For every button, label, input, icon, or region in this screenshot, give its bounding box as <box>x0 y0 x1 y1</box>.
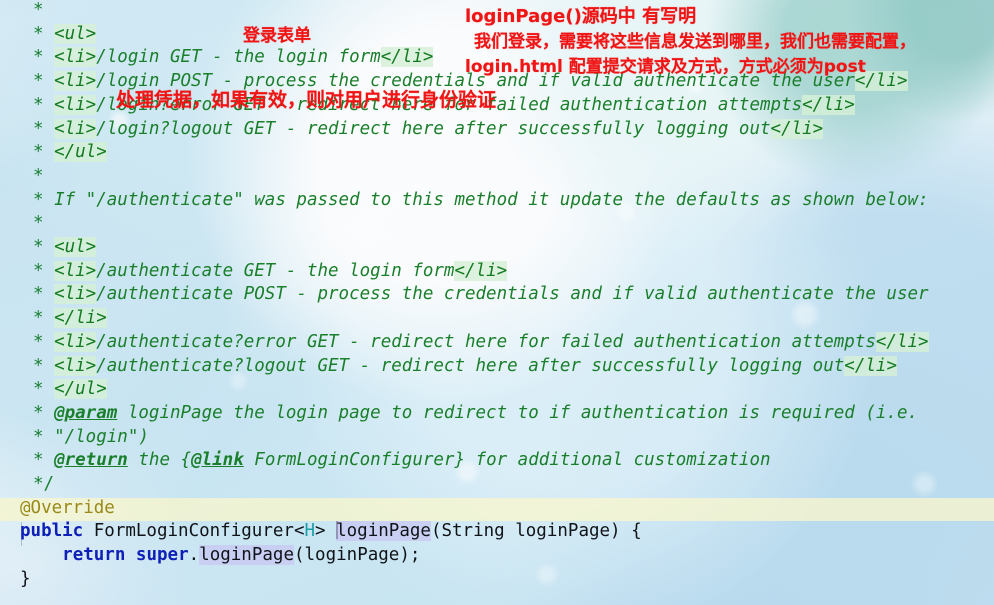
code-token: loginPage <box>336 521 431 542</box>
code-token: </li> <box>454 260 508 281</box>
code-token: loginPage the login page to redirect to … <box>117 402 919 423</box>
code-token: </li> <box>844 355 897 376</box>
code-token: H <box>304 521 316 542</box>
code-token: <li> <box>54 71 97 92</box>
code-token: * <box>33 402 55 423</box>
code-token: * <box>33 284 55 305</box>
code-line[interactable]: * @return the {@link FormLoginConfigurer… <box>0 449 994 473</box>
code-token: If "/authenticate" was passed to this me… <box>54 189 929 210</box>
code-token: * <box>33 260 55 281</box>
code-token: <li> <box>54 260 97 281</box>
ann-where-to-send: 我们登录，需要将这些信息发送到哪里，我们也需要配置， <box>474 32 916 52</box>
code-token: @param <box>54 402 118 423</box>
ann-loginpage-src: loginPage()源码中 有写明 <box>465 6 697 27</box>
code-token: * <box>33 379 55 400</box>
code-token: */ <box>33 474 55 494</box>
code-token: </li> <box>802 94 855 115</box>
code-token: <li> <box>54 47 97 68</box>
code-token: /authenticate?error GET - redirect here … <box>96 331 876 352</box>
code-line[interactable]: @Override <box>0 497 994 521</box>
code-token: @Override <box>20 497 115 518</box>
code-token: <li> <box>54 118 97 139</box>
editor-window: * * <ul> * <li>/login GET - the login form… <box>0 0 994 605</box>
code-token: </ul> <box>54 379 107 400</box>
code-line[interactable]: * <li>/authenticate GET - the login form… <box>0 260 994 284</box>
code-token: /authenticate GET - the login form <box>96 260 455 281</box>
ann-process-creds: 处理凭据，如果有效，则对用户进行身份验证 <box>116 89 497 111</box>
code-token: * <box>33 308 55 329</box>
code-token: < <box>293 521 305 542</box>
code-token: </li> <box>380 47 434 68</box>
code-token: (loginPage); <box>293 545 421 566</box>
code-token: * <box>33 71 55 92</box>
code-line[interactable]: * "/login") <box>0 426 994 450</box>
code-token: /login?logout GET - redirect here after … <box>96 118 771 139</box>
code-token: <ul> <box>54 237 97 257</box>
code-token: * <box>33 94 55 115</box>
code-token: @link <box>191 450 244 471</box>
code-token: /authenticate POST - process the credent… <box>96 284 929 305</box>
code-token: * <box>33 189 55 210</box>
code-token: public <box>20 521 84 542</box>
code-token: FormLoginConfigurer <box>83 521 294 542</box>
code-token: * <box>33 0 44 20</box>
code-line[interactable]: * </ul> <box>0 378 994 402</box>
code-token: </ul> <box>54 142 107 163</box>
code-line[interactable]: * <ul> <box>0 236 994 260</box>
code-token: * <box>33 47 55 68</box>
code-token: } <box>20 568 31 589</box>
code-token: the { <box>127 450 192 471</box>
code-token: super <box>135 545 189 566</box>
code-line[interactable]: * </li> <box>0 307 994 331</box>
code-line[interactable]: public FormLoginConfigurer<H> loginPage(… <box>0 520 994 544</box>
code-token: * <box>33 426 55 447</box>
code-token: </li> <box>875 331 929 352</box>
code-line[interactable]: */ <box>0 473 994 497</box>
code-token: FormLoginConfigurer} for additional cust… <box>243 450 771 471</box>
code-token: * <box>33 450 55 471</box>
ann-login-form: 登录表单 <box>243 26 311 46</box>
code-line[interactable]: * <li>/authenticate?logout GET - redirec… <box>0 355 994 379</box>
code-token: "/login") <box>54 426 149 447</box>
code-token: <li> <box>54 355 97 376</box>
code-token: <li> <box>54 331 97 352</box>
code-token: * <box>33 237 55 257</box>
code-token: loginPage <box>199 545 294 566</box>
ann-login-html: login.html 配置提交请求及方式，方式必须为post <box>465 57 866 77</box>
code-token: /login GET - the login form <box>96 47 381 68</box>
code-line[interactable]: * @param loginPage the login page to red… <box>0 402 994 426</box>
code-line[interactable]: * <box>0 212 994 236</box>
code-token: * <box>33 213 44 234</box>
code-token: * <box>33 165 44 186</box>
code-token: <li> <box>54 284 97 305</box>
code-token: * <box>33 142 55 163</box>
code-line[interactable]: * <box>0 165 994 189</box>
code-token: @return <box>54 450 128 471</box>
code-line[interactable]: } <box>0 568 994 592</box>
code-token: . <box>188 545 200 566</box>
code-line[interactable]: * <li>/authenticate?error GET - redirect… <box>0 331 994 355</box>
code-line[interactable]: return super.loginPage(loginPage); <box>0 544 994 568</box>
code-token: </li> <box>54 308 107 329</box>
code-token: <li> <box>54 94 97 115</box>
code-token: * <box>33 331 55 352</box>
code-token: > <box>315 521 337 542</box>
code-token: </li> <box>770 118 824 139</box>
code-token: /authenticate?logout GET - redirect here… <box>96 355 845 376</box>
code-token: * <box>33 355 55 376</box>
code-line[interactable]: * If "/authenticate" was passed to this … <box>0 189 994 213</box>
code-line[interactable]: * <li>/authenticate POST - process the c… <box>0 283 994 307</box>
code-token: <ul> <box>54 23 97 44</box>
code-token: * <box>33 118 55 139</box>
code-token: (String loginPage) { <box>430 521 642 542</box>
code-token: return <box>62 545 126 566</box>
code-line[interactable]: * <li>/login?logout GET - redirect here … <box>0 118 994 142</box>
code-token: * <box>33 23 55 44</box>
code-line[interactable]: * </ul> <box>0 141 994 165</box>
